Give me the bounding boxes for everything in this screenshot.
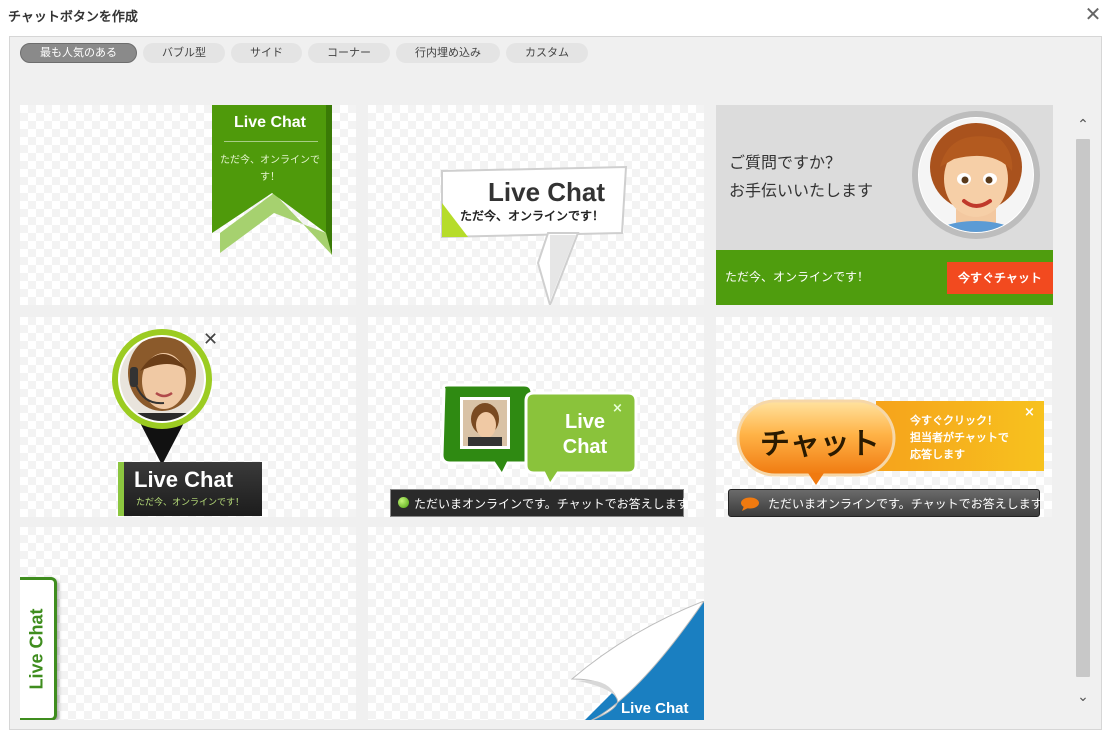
tab-corner[interactable]: コーナー — [308, 43, 390, 63]
tab-custom[interactable]: カスタム — [506, 43, 588, 63]
ribbon-title: Live Chat — [233, 114, 306, 131]
tab-most-popular[interactable]: 最も人気のある — [20, 43, 137, 63]
button-gallery-panel: 最も人気のある バブル型 サイド コーナー 行内埋め込み カスタム Live C… — [9, 36, 1102, 730]
close-icon[interactable]: ✕ — [203, 329, 218, 350]
promo-line-3: 応答します — [910, 448, 965, 461]
online-dot-icon — [398, 497, 409, 508]
close-icon[interactable]: × — [1024, 405, 1035, 420]
close-icon[interactable]: ✕ — [1083, 4, 1103, 24]
template-speech-bubbles[interactable]: Live Chat × ただいまオンラインです。チャットでお答えします — [368, 317, 704, 517]
bubble-subtitle: ただ今、オンラインです！ — [460, 209, 605, 223]
create-chat-button-dialog: チャットボタンを作成 ✕ 最も人気のある バブル型 サイド コーナー 行内埋め込… — [0, 0, 1109, 737]
scroll-thumb[interactable] — [1076, 139, 1090, 677]
chat-pill-label: チャット — [760, 427, 880, 462]
status-text: ただいまオンラインです。チャットでお答えします — [414, 497, 689, 511]
bubble-title: Live Chat — [488, 177, 606, 207]
promo-line-1: 今すぐクリック！ — [910, 414, 998, 427]
scrollbar[interactable]: ⌃ ⌄ — [1074, 117, 1092, 717]
template-agent-banner[interactable]: ご質問ですか？ お手伝いいたします ただ今、オンラインです！ 今すぐチャット — [716, 105, 1053, 305]
template-bubble[interactable]: Live Chat ただ今、オンラインです！ — [368, 105, 704, 305]
pin-subtitle: ただ今、オンラインです！ — [136, 498, 245, 508]
template-pin-avatar[interactable]: ✕ Live Chat ただ今、オンラインです！ — [20, 317, 356, 517]
ribbon-subtitle: ただ今、オンラインです！ — [220, 155, 320, 183]
pin-avatar — [112, 329, 212, 465]
template-corner[interactable]: Live Chat — [368, 527, 704, 720]
dialog-title: チャットボタンを作成 — [8, 10, 138, 25]
bubble-title: Live Chat — [562, 411, 608, 458]
tab-side[interactable]: サイド — [231, 43, 302, 63]
promo-text: 今すぐクリック！ 担当者がチャットで 応答します — [910, 412, 1009, 463]
template-ribbon[interactable]: Live Chat ただ今、オンラインです！ — [20, 105, 356, 305]
banner-question: ご質問ですか？ お手伝いいたします — [729, 149, 873, 205]
agent-avatar — [912, 111, 1040, 239]
chat-now-button[interactable]: 今すぐチャット — [947, 262, 1053, 294]
divider — [224, 141, 318, 142]
promo-line-2: 担当者がチャットで — [910, 431, 1009, 444]
category-tabs: 最も人気のある バブル型 サイド コーナー 行内埋め込み カスタム — [20, 43, 588, 63]
chevron-up-icon[interactable]: ⌃ — [1074, 117, 1092, 133]
pin-title: Live Chat — [134, 467, 234, 492]
online-status: ただ今、オンラインです！ — [725, 270, 870, 284]
tab-bubble[interactable]: バブル型 — [143, 43, 225, 63]
question-line-1: ご質問ですか？ — [729, 153, 842, 172]
close-icon[interactable]: × — [612, 401, 623, 416]
status-text: ただいまオンラインです。チャットでお答えします — [768, 497, 1043, 511]
side-tab-label: Live Chat — [26, 608, 47, 690]
question-line-2: お手伝いいたします — [729, 181, 874, 200]
template-side-tab[interactable]: Live Chat — [20, 527, 356, 720]
speech-bubble-icon — [741, 497, 759, 511]
template-orange-pill[interactable]: 今すぐクリック！ 担当者がチャットで 応答します × チャット ただいまオンライ… — [716, 317, 1052, 517]
corner-label: Live Chat — [621, 700, 689, 717]
chevron-down-icon[interactable]: ⌄ — [1074, 689, 1092, 705]
tab-inline[interactable]: 行内埋め込み — [396, 43, 500, 63]
